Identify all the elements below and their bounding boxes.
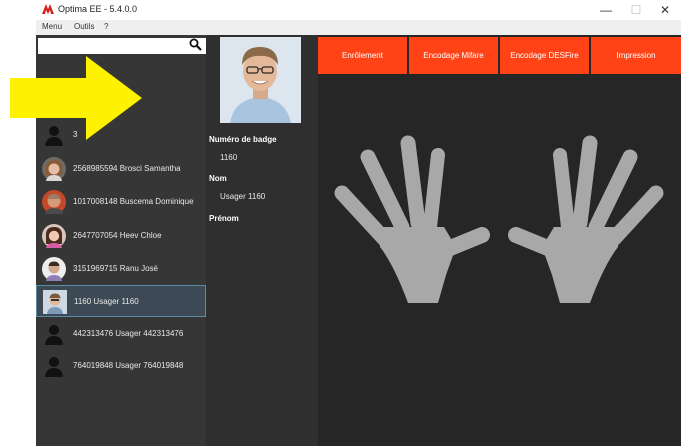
user-list-item[interactable]: 2647707054 Heev Chloe [36,220,206,252]
user-details-panel: Numéro de badge 1160 Nom Usager 1160 Pré… [206,35,318,446]
avatar [42,190,66,214]
maximize-button[interactable]: ☐ [621,0,651,20]
user-label: 3151969715 Ranu José [73,264,158,273]
user-list-item[interactable]: 2568985594 Brosci Samantha [36,153,206,185]
enrollment-panel: Enrôlement Encodage Mifare Encodage DESF… [318,35,681,446]
user-list-item[interactable]: 1017008148 Buscema Dominique [36,186,206,218]
avatar [42,157,66,181]
user-list-item[interactable]: 442313476 Usager 442313476 [36,318,206,350]
menu-item-outils[interactable]: Outils [74,22,94,31]
user-label: 2568985594 Brosci Samantha [73,164,181,173]
user-label: 442313476 Usager 442313476 [73,329,184,338]
user-silhouette-icon [45,357,63,377]
badge-number-value: 1160 [220,153,238,162]
right-hand-icon[interactable] [506,135,666,305]
tab-encodage-desfire[interactable]: Encodage DESFire [500,37,589,74]
last-name-value: Usager 1160 [220,192,266,201]
avatar [42,224,66,248]
tab-encodage-mifare[interactable]: Encodage Mifare [409,37,498,74]
user-photo [220,37,301,123]
user-label: 1160 Usager 1160 [74,297,139,306]
search-icon[interactable] [189,38,202,51]
yellow-arrow-icon [10,56,142,140]
avatar [42,257,66,281]
menu-item-help[interactable]: ? [104,22,108,31]
left-hand-icon[interactable] [332,135,492,305]
menu-bar: Menu Outils ? [36,20,681,35]
avatar [43,290,67,314]
user-list-item[interactable]: 764019848 Usager 764019848 [36,350,206,382]
tab-impression[interactable]: Impression [591,37,681,74]
close-button[interactable]: ✕ [650,0,680,20]
user-label: 2647707054 Heev Chloe [73,231,162,240]
last-name-label: Nom [209,174,227,183]
user-list-item[interactable]: 3151969715 Ranu José [36,253,206,285]
user-silhouette-icon [45,325,63,345]
window-title: Optima EE - 5.4.0.0 [58,4,138,14]
minimize-button[interactable]: — [591,0,621,20]
first-name-label: Prénom [209,214,239,223]
badge-number-label: Numéro de badge [209,135,277,144]
user-label: 764019848 Usager 764019848 [73,361,184,370]
tab-enrolement[interactable]: Enrôlement [318,37,407,74]
app-logo-icon [42,4,54,14]
menu-item-menu[interactable]: Menu [42,22,62,31]
title-bar: Optima EE - 5.4.0.0 — ☐ ✕ [36,0,681,20]
user-label: 1017008148 Buscema Dominique [73,197,194,206]
search-input[interactable] [38,38,208,54]
user-list-item-selected[interactable]: 1160 Usager 1160 [36,285,206,317]
